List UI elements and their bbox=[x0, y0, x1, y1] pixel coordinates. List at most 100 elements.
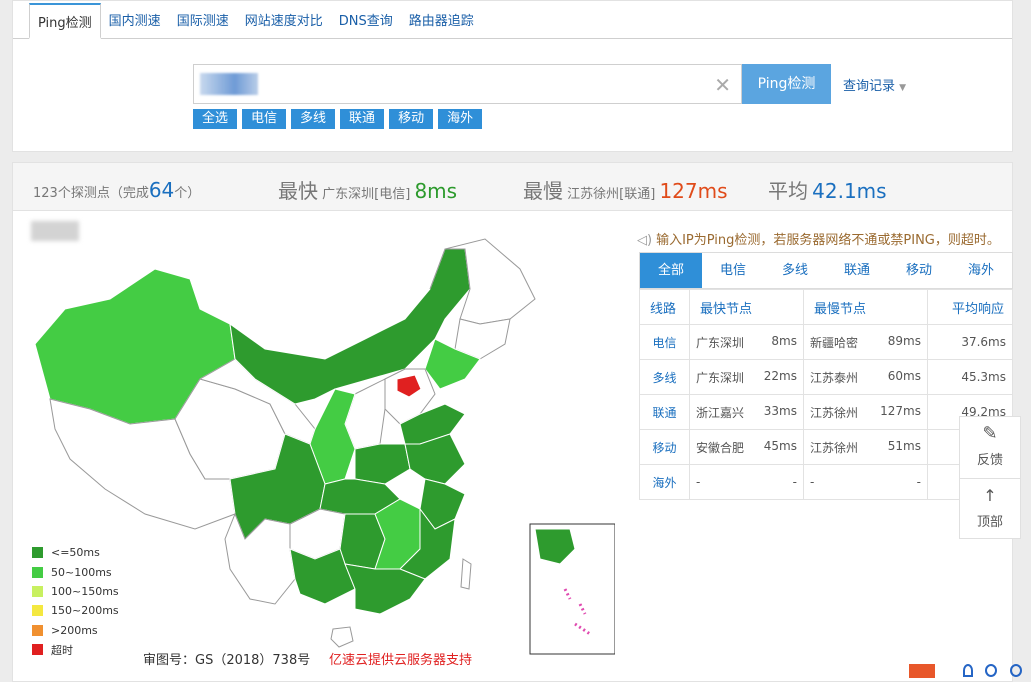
average-label: 平均 bbox=[768, 179, 808, 203]
history-label: 查询记录 bbox=[843, 79, 896, 94]
col-slowest: 最慢节点 bbox=[803, 289, 928, 325]
result-tab-telecom[interactable]: 电信 bbox=[702, 253, 764, 288]
table-row: 电信 广东深圳 8ms 新疆哈密 89ms 37.6ms bbox=[639, 324, 1013, 360]
chip-multiline[interactable]: 多线 bbox=[291, 109, 336, 129]
result-tab-overseas[interactable]: 海外 bbox=[950, 253, 1012, 288]
fast-ms: 22ms bbox=[763, 368, 797, 383]
ping-button[interactable]: Ping检测 bbox=[742, 64, 831, 104]
tab-site-compare[interactable]: 网站速度对比 bbox=[237, 3, 331, 39]
slow-ms: 51ms bbox=[887, 438, 921, 453]
slow-ms: - bbox=[916, 475, 921, 489]
history-dropdown[interactable]: 查询记录 ▼ bbox=[843, 75, 906, 94]
line-filter-chips: 全选 电信 多线 联通 移动 海外 bbox=[193, 109, 483, 129]
result-tab-unicom[interactable]: 联通 bbox=[826, 253, 888, 288]
speaker-icon: ◁) bbox=[637, 233, 653, 248]
col-line: 线路 bbox=[639, 289, 690, 325]
average-stat: 平均 42.1ms bbox=[768, 175, 887, 204]
legend-label: <=50ms bbox=[51, 546, 100, 560]
ping-tool-panel: Ping检测 国内测速 国际测速 网站速度对比 DNS查询 路由器追踪 ✕ Pi… bbox=[12, 0, 1013, 152]
slowest-value: 127ms bbox=[659, 179, 728, 203]
slow-ms: 127ms bbox=[880, 403, 921, 418]
tab-domestic-speed[interactable]: 国内测速 bbox=[101, 3, 169, 39]
tray-settings-icon[interactable] bbox=[1010, 664, 1022, 677]
tab-ping[interactable]: Ping检测 bbox=[29, 3, 101, 39]
tray-globe-icon[interactable] bbox=[985, 664, 997, 677]
legend-row: 超时 bbox=[32, 640, 119, 659]
legend-swatch-icon bbox=[32, 605, 43, 617]
slowest-label: 最慢 bbox=[523, 179, 563, 203]
legend-row: <=50ms bbox=[32, 543, 119, 562]
probe-count: 123个探测点（完成64个） bbox=[33, 178, 200, 202]
tab-international-speed[interactable]: 国际测速 bbox=[169, 3, 237, 39]
sponsor-link[interactable]: 亿速云提供云服务器支持 bbox=[329, 649, 472, 668]
result-panel: 123个探测点（完成64个） 最快 广东深圳[电信] 8ms 最慢 江苏徐州[联… bbox=[12, 162, 1013, 682]
chip-unicom[interactable]: 联通 bbox=[340, 109, 385, 129]
fast-node: 广东深圳 bbox=[696, 370, 745, 385]
legend-swatch-icon bbox=[32, 585, 43, 597]
feedback-button[interactable]: ✎ 反馈 bbox=[960, 417, 1020, 478]
slow-node: 江苏徐州 bbox=[810, 440, 859, 455]
map-approval-number: 审图号：GS（2018）738号 bbox=[143, 653, 311, 668]
map-legend: <=50ms 50~100ms 100~150ms 150~200ms >200… bbox=[32, 543, 119, 659]
row-slowest: 新疆哈密 89ms bbox=[803, 324, 928, 360]
host-input[interactable]: ✕ bbox=[193, 64, 742, 104]
edit-icon: ✎ bbox=[982, 423, 998, 444]
slow-node: - bbox=[810, 475, 815, 489]
legend-label: 150~200ms bbox=[51, 604, 119, 618]
average-value: 42.1ms bbox=[812, 179, 887, 203]
legend-swatch-icon bbox=[32, 624, 43, 636]
region-hainan bbox=[330, 626, 354, 648]
avg-ms: 45.3ms bbox=[961, 370, 1006, 384]
legend-row: 100~150ms bbox=[32, 582, 119, 601]
row-line: 联通 bbox=[639, 394, 690, 430]
result-tab-all[interactable]: 全部 bbox=[640, 253, 702, 288]
summary-bar: 123个探测点（完成64个） 最快 广东深圳[电信] 8ms 最慢 江苏徐州[联… bbox=[13, 163, 1012, 211]
table-row: 联通 浙江嘉兴 33ms 江苏徐州 127ms 49.2ms bbox=[639, 394, 1013, 430]
top-label: 顶部 bbox=[976, 515, 1003, 530]
fastest-value: 8ms bbox=[414, 179, 458, 203]
legend-row: 50~100ms bbox=[32, 562, 119, 581]
region-taiwan bbox=[460, 558, 472, 590]
legend-swatch-icon bbox=[32, 566, 43, 578]
fast-ms: - bbox=[792, 475, 797, 489]
fast-node: 安徽合肥 bbox=[696, 440, 745, 455]
fast-ms: 45ms bbox=[763, 438, 797, 453]
probe-prefix: 123个探测点（完成 bbox=[33, 186, 149, 201]
clear-icon[interactable]: ✕ bbox=[714, 73, 731, 97]
row-fastest: -- bbox=[689, 464, 804, 500]
col-average: 平均响应 bbox=[927, 289, 1013, 325]
chip-telecom[interactable]: 电信 bbox=[242, 109, 287, 129]
row-line: 海外 bbox=[639, 464, 690, 500]
legend-row: 150~200ms bbox=[32, 601, 119, 620]
region-yunnan bbox=[224, 512, 296, 605]
fast-node: 广东深圳 bbox=[696, 335, 745, 350]
row-slowest: 江苏徐州 51ms bbox=[803, 429, 928, 465]
chip-overseas[interactable]: 海外 bbox=[438, 109, 483, 129]
col-fastest: 最快节点 bbox=[689, 289, 804, 325]
feedback-label: 反馈 bbox=[976, 453, 1003, 468]
row-slowest: 江苏徐州 127ms bbox=[803, 394, 928, 430]
row-fastest: 广东深圳 8ms bbox=[689, 324, 804, 360]
slowest-node: 江苏徐州[联通] bbox=[567, 187, 656, 202]
probe-done: 64 bbox=[148, 178, 175, 202]
chip-mobile[interactable]: 移动 bbox=[389, 109, 434, 129]
result-tab-mobile[interactable]: 移动 bbox=[888, 253, 950, 288]
back-to-top-button[interactable]: ↑ 顶部 bbox=[960, 478, 1020, 539]
row-fastest: 广东深圳 22ms bbox=[689, 359, 804, 395]
avg-ms: 37.6ms bbox=[961, 335, 1006, 349]
tab-dns[interactable]: DNS查询 bbox=[331, 3, 401, 39]
chip-select-all[interactable]: 全选 bbox=[193, 109, 238, 129]
slow-node: 新疆哈密 bbox=[810, 335, 859, 350]
tool-tabs: Ping检测 国内测速 国际测速 网站速度对比 DNS查询 路由器追踪 bbox=[29, 3, 482, 39]
result-tab-multiline[interactable]: 多线 bbox=[764, 253, 826, 288]
floating-toolbar: ✎ 反馈 ↑ 顶部 bbox=[959, 416, 1021, 539]
legend-label: 超时 bbox=[51, 643, 73, 657]
tray-app-icon[interactable] bbox=[909, 664, 935, 678]
tray-help-icon[interactable] bbox=[963, 664, 973, 677]
tab-traceroute[interactable]: 路由器追踪 bbox=[401, 3, 482, 39]
legend-label: 50~100ms bbox=[51, 565, 112, 579]
result-tabs: 全部 电信 多线 联通 移动 海外 bbox=[639, 252, 1013, 289]
fast-ms: 8ms bbox=[771, 333, 797, 348]
arrow-up-icon: ↑ bbox=[983, 486, 997, 505]
table-header-row: 线路 最快节点 最慢节点 平均响应 bbox=[639, 289, 1013, 325]
